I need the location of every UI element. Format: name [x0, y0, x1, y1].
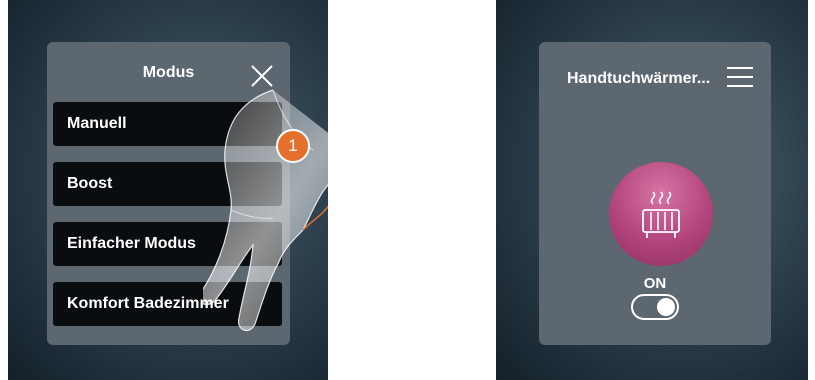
mode-option-label: Boost	[67, 175, 113, 192]
step-number-badge: 1	[276, 129, 310, 163]
device-control-panel: Handtuchwärmer... ON	[539, 42, 771, 345]
mode-option-label: Komfort Badezimmer	[67, 295, 229, 312]
device-toggle-button[interactable]	[609, 162, 713, 266]
hamburger-menu-icon[interactable]	[725, 64, 755, 90]
power-toggle-switch[interactable]	[631, 294, 679, 320]
mode-option-label: Manuell	[67, 115, 127, 132]
left-screen: Modus Manuell Boost Einfacher Modus Komf…	[8, 0, 328, 380]
close-icon[interactable]	[248, 62, 276, 90]
mode-option-manuell[interactable]: Manuell	[53, 102, 282, 146]
mode-option-boost[interactable]: Boost	[53, 162, 282, 206]
right-screen: Handtuchwärmer... ON	[496, 0, 808, 380]
device-status-label: ON	[643, 275, 667, 292]
mode-selection-panel: Modus Manuell Boost Einfacher Modus Komf…	[47, 42, 290, 345]
mode-option-komfort-badezimmer[interactable]: Komfort Badezimmer	[53, 282, 282, 326]
mode-option-einfacher-modus[interactable]: Einfacher Modus	[53, 222, 282, 266]
mode-option-label: Einfacher Modus	[67, 235, 196, 252]
towel-warmer-icon	[642, 191, 680, 238]
toggle-knob	[657, 298, 675, 316]
device-name: Handtuchwärmer...	[567, 70, 711, 87]
